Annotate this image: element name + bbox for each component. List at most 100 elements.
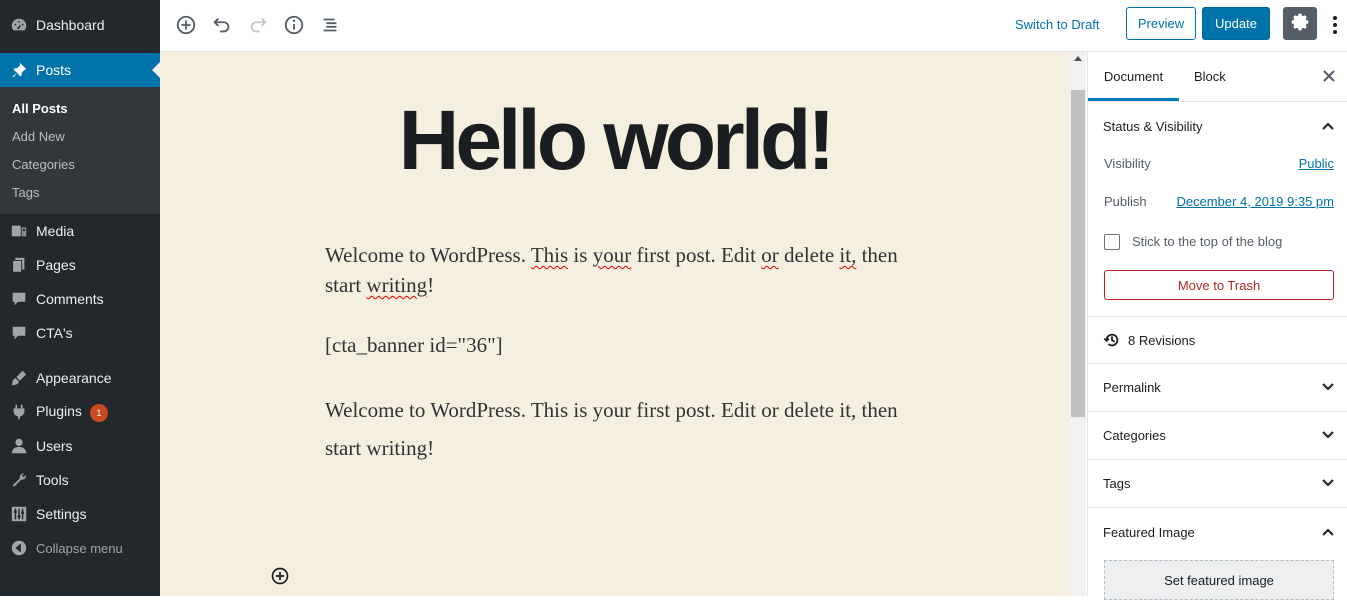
settings-sidebar: Document Block Status & Visibility Visib… <box>1087 52 1347 600</box>
paragraph-line: start writing! <box>325 436 435 460</box>
redo-icon[interactable] <box>245 12 271 38</box>
paragraph-text: then <box>861 243 898 267</box>
scroll-up-arrow-icon[interactable] <box>1074 56 1082 61</box>
collapse-menu-label: Collapse menu <box>36 540 123 556</box>
submenu-add-new[interactable]: Add New <box>12 129 65 144</box>
inserter-plus-icon[interactable] <box>270 566 290 586</box>
tab-document[interactable]: Document <box>1088 52 1179 101</box>
menu-item-tools[interactable]: Tools <box>0 463 160 497</box>
menu-item-settings[interactable]: Settings <box>0 497 160 531</box>
menu-item-users[interactable]: Users <box>0 429 160 463</box>
menu-item-label: Dashboard <box>36 17 105 33</box>
tab-block[interactable]: Block <box>1194 52 1226 100</box>
tags-panel-toggle[interactable]: Tags <box>1088 460 1347 508</box>
featured-image-panel-toggle[interactable]: Featured Image <box>1088 508 1347 554</box>
paragraph-text: first post. Edit <box>636 243 757 267</box>
revisions-label: 8 Revisions <box>1128 333 1196 348</box>
dashboard-icon <box>9 15 29 35</box>
menu-item-ctas[interactable]: CTA's <box>0 316 160 350</box>
paragraph-text: ! <box>427 273 435 297</box>
paragraph-text: delete <box>784 243 835 267</box>
sticky-label: Stick to the top of the blog <box>1132 234 1283 249</box>
menu-item-pages[interactable]: Pages <box>0 248 160 282</box>
info-icon[interactable] <box>281 12 307 38</box>
menu-item-plugins[interactable]: Plugins 1 <box>0 395 160 429</box>
paragraph-text: start <box>325 273 362 297</box>
spellcheck-word: it, <box>839 243 857 267</box>
admin-menu: Dashboard Posts All Posts Add New Catego… <box>0 0 160 596</box>
spellcheck-word: writing <box>366 273 428 297</box>
menu-item-label: Users <box>36 438 73 454</box>
menu-item-appearance[interactable]: Appearance <box>0 361 160 395</box>
collapse-arrow-icon <box>9 538 29 558</box>
submenu-categories[interactable]: Categories <box>12 157 75 172</box>
menu-item-label: CTA's <box>36 325 73 341</box>
publish-date-link[interactable]: December 4, 2019 9:35 pm <box>1176 194 1334 209</box>
editor-toolbar: Switch to Draft Preview Update <box>160 0 1347 52</box>
visibility-label: Visibility <box>1104 156 1151 171</box>
brush-icon <box>9 368 29 388</box>
chevron-down-icon <box>1320 379 1336 395</box>
menu-item-label: Pages <box>36 257 76 273</box>
pin-icon <box>9 60 29 80</box>
more-options-icon[interactable] <box>1328 12 1342 38</box>
sidebar-tabs: Document Block <box>1088 52 1347 102</box>
history-icon <box>1103 331 1121 352</box>
add-block-icon[interactable] <box>173 12 199 38</box>
menu-item-label: Media <box>36 223 75 239</box>
preview-button[interactable]: Preview <box>1126 7 1196 40</box>
canvas-scrollbar[interactable] <box>1070 52 1086 596</box>
update-button[interactable]: Update <box>1202 7 1270 40</box>
post-title[interactable]: Hello world! <box>160 92 1070 189</box>
settings-sliders-icon <box>9 504 29 524</box>
submenu-all-posts[interactable]: All Posts <box>12 101 68 116</box>
menu-item-label: Posts <box>36 62 72 78</box>
menu-item-media[interactable]: Media <box>0 214 160 248</box>
menu-item-posts[interactable]: Posts <box>0 53 160 87</box>
collapse-menu-button[interactable]: Collapse menu <box>0 531 160 565</box>
menu-item-label: Settings <box>36 506 87 522</box>
list-view-icon[interactable] <box>317 12 343 38</box>
settings-button[interactable] <box>1283 7 1317 40</box>
switch-to-draft-link[interactable]: Switch to Draft <box>1015 17 1100 32</box>
panel-title: Permalink <box>1103 380 1161 395</box>
menu-item-label: Tools <box>36 472 69 488</box>
chevron-down-icon <box>1320 427 1336 443</box>
menu-item-label: Comments <box>36 291 104 307</box>
chevron-down-icon <box>1320 475 1336 491</box>
submenu-tags[interactable]: Tags <box>12 185 39 200</box>
media-icon <box>9 221 29 241</box>
shortcode-block[interactable]: [cta_banner id="36"] <box>325 333 915 358</box>
permalink-panel-toggle[interactable]: Permalink <box>1088 364 1347 412</box>
publish-label: Publish <box>1104 194 1147 209</box>
chevron-up-icon <box>1320 118 1336 137</box>
visibility-value-link[interactable]: Public <box>1299 156 1334 171</box>
panel-title: Categories <box>1103 428 1166 443</box>
panel-title: Tags <box>1103 476 1131 491</box>
paragraph-block[interactable]: Welcome to WordPress. This is your first… <box>325 240 915 300</box>
wrench-icon <box>9 470 29 490</box>
gear-icon <box>1290 12 1310 35</box>
status-visibility-toggle[interactable]: Status & Visibility <box>1088 102 1347 148</box>
paragraph-text: Welcome to WordPress. <box>325 243 526 267</box>
paragraph-block[interactable]: Welcome to WordPress. This is your first… <box>325 398 915 461</box>
menu-item-dashboard[interactable]: Dashboard <box>0 8 160 42</box>
panel-title: Status & Visibility <box>1103 119 1203 134</box>
panel-title: Featured Image <box>1103 525 1195 540</box>
pages-icon <box>9 255 29 275</box>
sticky-checkbox[interactable] <box>1104 234 1120 250</box>
undo-icon[interactable] <box>209 12 235 38</box>
set-featured-image-button[interactable]: Set featured image <box>1104 560 1334 600</box>
comment-icon <box>9 323 29 343</box>
spellcheck-word: or <box>761 243 779 267</box>
scrollbar-thumb[interactable] <box>1071 90 1085 417</box>
paragraph-text: is <box>573 243 588 267</box>
paragraph-line: Welcome to WordPress. This is your first… <box>325 398 898 422</box>
revisions-link[interactable]: 8 Revisions <box>1088 317 1347 364</box>
spellcheck-word: your <box>592 243 632 267</box>
close-icon[interactable] <box>1322 69 1336 86</box>
posts-submenu: All Posts Add New Categories Tags <box>0 87 160 214</box>
menu-item-comments[interactable]: Comments <box>0 282 160 316</box>
move-to-trash-button[interactable]: Move to Trash <box>1104 270 1334 300</box>
categories-panel-toggle[interactable]: Categories <box>1088 412 1347 460</box>
